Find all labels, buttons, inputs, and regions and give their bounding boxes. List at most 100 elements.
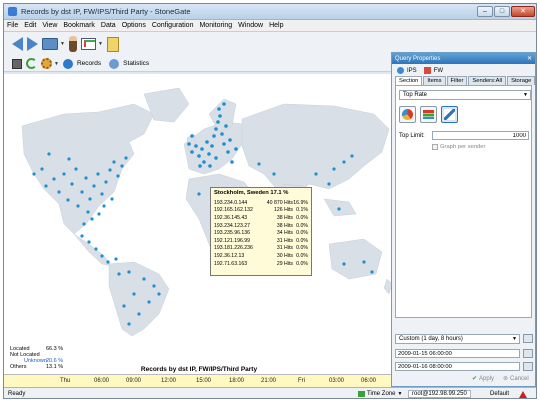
- location-marker[interactable]: [272, 172, 276, 176]
- location-marker[interactable]: [74, 167, 78, 171]
- location-marker[interactable]: [210, 144, 214, 148]
- ips-label[interactable]: IPS: [407, 68, 417, 74]
- graph-per-sender-option[interactable]: Graph per sender: [432, 144, 485, 150]
- location-marker[interactable]: [200, 147, 204, 151]
- location-marker[interactable]: [122, 304, 126, 308]
- menu-window[interactable]: Window: [238, 22, 263, 29]
- menu-view[interactable]: View: [42, 22, 57, 29]
- location-marker[interactable]: [218, 114, 222, 118]
- top-limit-input[interactable]: [432, 131, 529, 140]
- location-marker[interactable]: [117, 272, 121, 276]
- location-marker[interactable]: [214, 127, 218, 131]
- location-marker[interactable]: [228, 138, 232, 142]
- location-marker[interactable]: [132, 292, 136, 296]
- time-range-button[interactable]: [523, 334, 533, 343]
- location-marker[interactable]: [88, 197, 92, 201]
- location-marker[interactable]: [92, 184, 96, 188]
- location-marker[interactable]: [194, 144, 198, 148]
- calendar-icon[interactable]: [523, 349, 533, 358]
- menu-data[interactable]: Data: [101, 22, 116, 29]
- close-icon[interactable]: ✕: [527, 55, 532, 62]
- location-marker[interactable]: [190, 150, 194, 154]
- location-marker[interactable]: [80, 190, 84, 194]
- location-marker[interactable]: [100, 254, 104, 258]
- location-marker[interactable]: [116, 174, 120, 178]
- tab-section[interactable]: Section: [395, 76, 423, 85]
- location-marker[interactable]: [127, 270, 131, 274]
- warning-icon[interactable]: [519, 390, 527, 398]
- location-marker[interactable]: [152, 284, 156, 288]
- location-marker[interactable]: [52, 177, 56, 181]
- apply-button[interactable]: ✔ Apply: [472, 375, 494, 383]
- location-marker[interactable]: [106, 260, 110, 264]
- location-marker[interactable]: [205, 140, 209, 144]
- workspace-selector[interactable]: Default: [490, 391, 509, 397]
- section-select[interactable]: Top Rate ▼: [399, 90, 531, 100]
- gear-icon[interactable]: [41, 58, 52, 69]
- location-marker[interactable]: [198, 164, 202, 168]
- menu-configuration[interactable]: Configuration: [152, 22, 194, 29]
- location-marker[interactable]: [112, 160, 116, 164]
- location-marker[interactable]: [197, 154, 201, 158]
- reports-button[interactable]: [80, 35, 96, 53]
- location-marker[interactable]: [147, 300, 151, 304]
- location-marker[interactable]: [208, 164, 212, 168]
- menu-edit[interactable]: Edit: [24, 22, 36, 29]
- fw-label[interactable]: FW: [434, 68, 443, 74]
- location-marker[interactable]: [90, 217, 94, 221]
- location-marker[interactable]: [362, 260, 366, 264]
- chevron-down-icon[interactable]: ▼: [60, 41, 65, 47]
- location-marker[interactable]: [82, 222, 86, 226]
- records-button[interactable]: Records: [77, 60, 101, 67]
- tab-storage[interactable]: Storage: [507, 76, 536, 85]
- location-marker[interactable]: [114, 257, 118, 261]
- location-marker[interactable]: [257, 162, 261, 166]
- user-connection[interactable]: root@192.98.99.250: [408, 390, 471, 398]
- location-marker[interactable]: [207, 152, 211, 156]
- world-map[interactable]: [4, 74, 394, 336]
- location-marker[interactable]: [67, 157, 71, 161]
- menu-help[interactable]: Help: [269, 22, 283, 29]
- location-marker[interactable]: [187, 142, 191, 146]
- end-time-field[interactable]: 2009-01-16 08:00:00: [395, 362, 520, 371]
- location-marker[interactable]: [142, 277, 146, 281]
- location-marker[interactable]: [97, 212, 101, 216]
- location-marker[interactable]: [76, 204, 80, 208]
- location-marker[interactable]: [234, 147, 238, 151]
- location-marker[interactable]: [222, 102, 226, 106]
- location-marker[interactable]: [102, 204, 106, 208]
- location-marker[interactable]: [216, 120, 220, 124]
- location-marker[interactable]: [87, 240, 91, 244]
- close-button[interactable]: ✕: [511, 6, 535, 17]
- location-marker[interactable]: [327, 182, 331, 186]
- location-marker[interactable]: [120, 164, 124, 168]
- graph-per-sender-checkbox[interactable]: [432, 144, 438, 150]
- location-marker[interactable]: [212, 134, 216, 138]
- location-marker[interactable]: [226, 150, 230, 154]
- location-marker[interactable]: [70, 182, 74, 186]
- location-marker[interactable]: [222, 142, 226, 146]
- menu-options[interactable]: Options: [122, 22, 146, 29]
- time-zone-selector[interactable]: Time Zone ▼: [358, 391, 402, 397]
- tab-filter[interactable]: Filter: [446, 76, 468, 85]
- minimize-button[interactable]: –: [477, 6, 493, 17]
- location-marker[interactable]: [214, 156, 218, 160]
- location-marker[interactable]: [350, 154, 354, 158]
- location-marker[interactable]: [44, 184, 48, 188]
- cancel-button[interactable]: ⊗ Cancel: [503, 375, 529, 383]
- tab-senders[interactable]: Senders:All: [468, 76, 507, 85]
- location-marker[interactable]: [86, 210, 90, 214]
- location-marker[interactable]: [84, 176, 88, 180]
- location-marker[interactable]: [224, 124, 228, 128]
- menu-file[interactable]: File: [7, 22, 18, 29]
- time-range-select[interactable]: Custom (1 day, 8 hours) ▼: [395, 334, 520, 344]
- location-marker[interactable]: [47, 152, 51, 156]
- location-marker[interactable]: [100, 192, 104, 196]
- location-marker[interactable]: [370, 270, 374, 274]
- chevron-down-icon[interactable]: ▼: [98, 41, 103, 47]
- statistics-button[interactable]: Statistics: [123, 60, 149, 67]
- location-marker[interactable]: [342, 160, 346, 164]
- location-marker[interactable]: [202, 160, 206, 164]
- location-marker[interactable]: [32, 172, 36, 176]
- location-marker[interactable]: [94, 247, 98, 251]
